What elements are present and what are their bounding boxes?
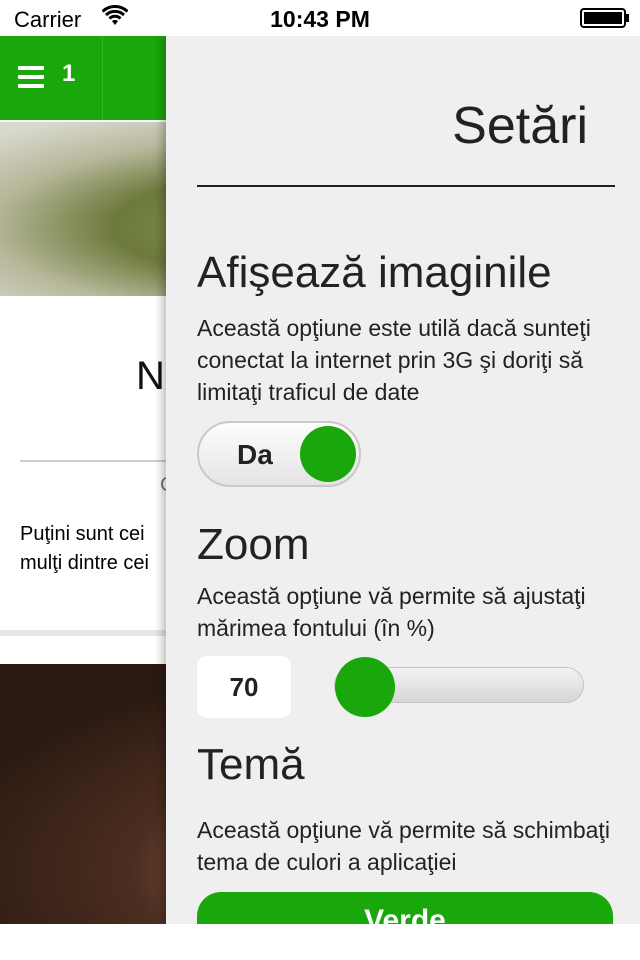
images-description: Această opţiune este utilă dacă sunteţi … [197, 315, 591, 405]
toggle-label: Da [237, 439, 273, 470]
zoom-slider-knob[interactable] [335, 657, 395, 717]
battery-icon [580, 8, 629, 28]
notification-count: 1 [62, 60, 76, 87]
theme-heading: Temă [197, 740, 305, 789]
zoom-value-field[interactable]: 70 [197, 656, 291, 718]
theme-description: Această opţiune vă permite să schimbaţi … [197, 817, 610, 875]
zoom-heading: Zoom [197, 520, 310, 569]
settings-divider [197, 185, 615, 187]
menu-icon[interactable] [18, 66, 44, 88]
bottom-bar [0, 924, 640, 960]
status-time: 10:43 PM [270, 6, 370, 32]
article-title[interactable]: N [136, 354, 165, 399]
status-bar: Carrier 10:43 PM [0, 0, 640, 36]
theme-button[interactable]: Verde [197, 892, 613, 924]
zoom-slider[interactable] [334, 657, 584, 717]
images-heading: Afişează imaginile [197, 248, 552, 297]
settings-title: Setări [452, 97, 588, 155]
images-toggle[interactable]: Da [197, 421, 361, 487]
zoom-description: Această opţiune vă permite să ajustaţi m… [197, 583, 586, 641]
toggle-knob[interactable] [300, 426, 356, 482]
header-divider [102, 36, 103, 120]
settings-panel: Setări Afişează imaginile Această opţiun… [166, 36, 640, 924]
